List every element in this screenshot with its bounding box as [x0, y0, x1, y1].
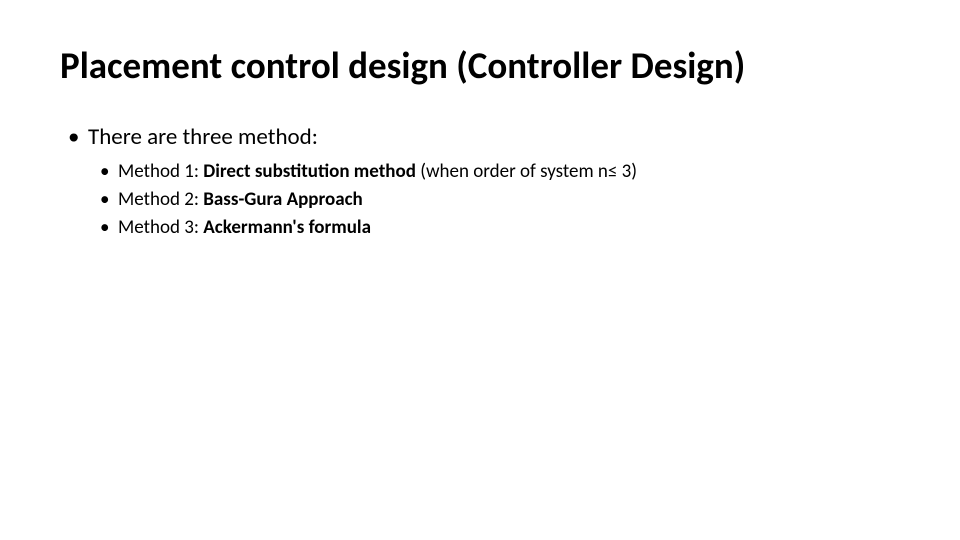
method-name: Ackermann's formula: [203, 216, 371, 239]
list-item: Method 3: Ackermann's formula: [118, 215, 900, 241]
slide: Placement control design (Controller Des…: [0, 0, 960, 540]
method-prefix: Method 2:: [118, 188, 203, 211]
list-item: Method 1: Direct substitution method (wh…: [118, 159, 900, 185]
method-suffix: (when order of system n≤ 3): [420, 160, 637, 183]
methods-list: Method 1: Direct substitution method (wh…: [88, 159, 900, 240]
method-prefix: Method 3:: [118, 216, 203, 239]
intro-item: There are three method: Method 1: Direct…: [88, 122, 900, 240]
list-item: Method 2: Bass-Gura Approach: [118, 187, 900, 213]
method-name: Bass-Gura Approach: [203, 188, 363, 211]
slide-title: Placement control design (Controller Des…: [60, 44, 900, 88]
intro-text: There are three method:: [88, 123, 318, 151]
method-prefix: Method 1:: [118, 160, 203, 183]
method-name: Direct substitution method: [203, 160, 420, 183]
main-list: There are three method: Method 1: Direct…: [60, 122, 900, 240]
